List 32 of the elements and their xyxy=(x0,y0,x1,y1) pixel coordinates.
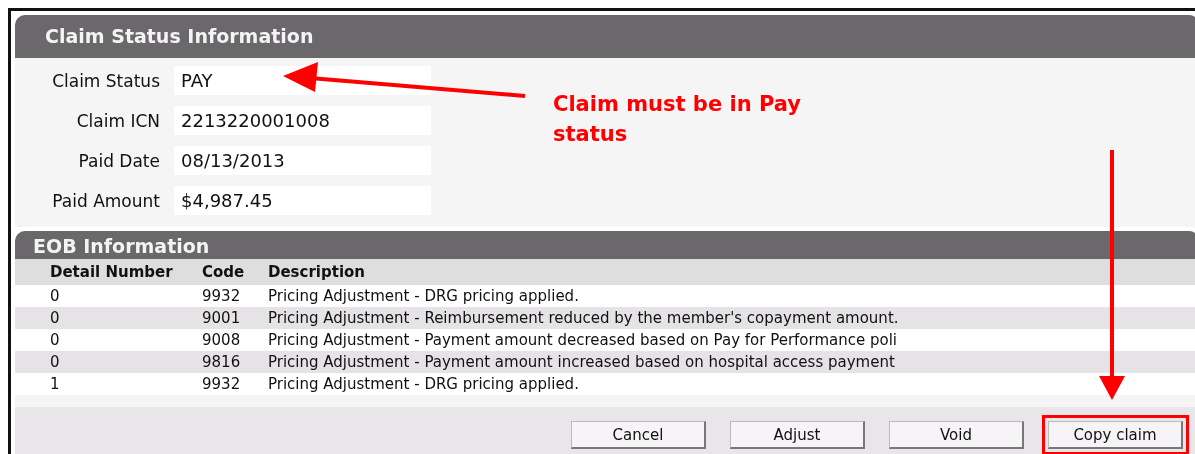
table-cell-text: Pricing Adjustment - Payment amount decreased based on Pay for Performance poli xyxy=(268,330,899,351)
field-label: Paid Amount xyxy=(51,190,161,211)
column-header: Description xyxy=(268,262,367,283)
column-header: Detail Number xyxy=(49,262,174,283)
action-button[interactable]: Cancel xyxy=(571,421,706,449)
annotation-note: Claim must be in Pay status xyxy=(553,91,802,148)
table-cell-text: 0 xyxy=(49,308,61,329)
panel-header: EOB Information xyxy=(15,231,1195,259)
field-value: 2213220001008 xyxy=(174,106,431,135)
table-cell-text: 9816 xyxy=(202,352,242,373)
column-header: Code xyxy=(202,262,246,283)
table-cell-text: 0 xyxy=(49,352,61,373)
table-cell-text: Pricing Adjustment - DRG pricing applied. xyxy=(268,374,580,395)
table-cell-text: Pricing Adjustment - Reimbursement reduced by the member's copayment amount. xyxy=(268,308,900,329)
field-label: Paid Date xyxy=(77,150,161,171)
table-cell-text: 9932 xyxy=(202,374,242,395)
table-cell-text: 9008 xyxy=(202,330,242,351)
table-cell-text: 0 xyxy=(49,286,61,307)
field-label: Claim Status xyxy=(51,70,161,91)
action-button[interactable]: Adjust xyxy=(730,421,865,449)
table-cell-text: 1 xyxy=(49,374,61,395)
table-cell-text: 9932 xyxy=(202,286,242,307)
field-label: Claim ICN xyxy=(75,110,161,131)
table-cell-text: 0 xyxy=(49,330,61,351)
panel-header: Claim Status Information xyxy=(15,15,1195,58)
field-value: 08/13/2013 xyxy=(174,146,431,175)
action-button[interactable]: Copy claim xyxy=(1048,421,1183,449)
field-value: $4,987.45 xyxy=(174,186,431,215)
table-cell-text: Pricing Adjustment - Payment amount increased based on hospital access payment xyxy=(268,352,896,373)
table-cell-text: 9001 xyxy=(202,308,242,329)
table-cell-text: Pricing Adjustment - DRG pricing applied. xyxy=(268,286,580,307)
action-button[interactable]: Void xyxy=(889,421,1024,449)
